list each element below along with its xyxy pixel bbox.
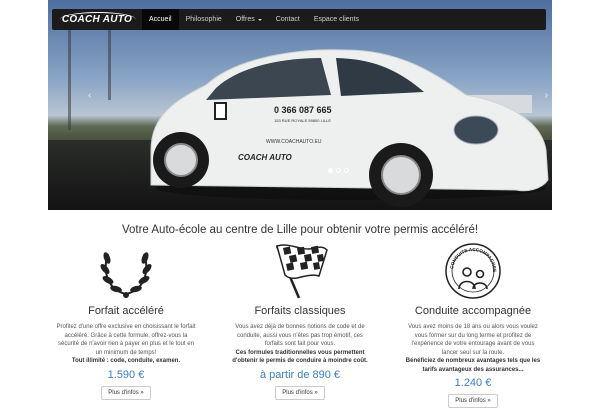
offer-card-accelere: Forfait accéléré Profitez d'une offre ex…: [56, 240, 196, 400]
nav-label: Offres: [235, 16, 255, 23]
car-address: 153 RUE ROYALE 59800 LILLE: [274, 118, 331, 123]
hero-carousel: 0 366 087 665 153 RUE ROYALE 59800 LILLE…: [48, 0, 552, 210]
offer-highlight: Tout illimité : code, conduite, examen.: [71, 358, 181, 364]
offer-card-conduite-accompagnee: CONDUITE ACCOMPAGNEE Conduite accompagné…: [403, 240, 543, 408]
car-image: 0 366 087 665 153 RUE ROYALE 59800 LILLE…: [150, 49, 549, 207]
nav-item-contact[interactable]: Contact: [269, 9, 307, 30]
offer-card-classiques: Forfaits classiques Vous avez déjà de bo…: [230, 240, 370, 400]
offer-description-text: Vous avez déjà de bonnes notions de code…: [235, 324, 365, 347]
more-info-button[interactable]: Plus d'infos »: [101, 385, 151, 400]
car-website: WWW.COACHAUTO.EU: [266, 139, 322, 145]
brand-logo[interactable]: COACH AUTO: [52, 9, 142, 30]
nav-label: Contact: [275, 16, 300, 23]
conduite-accompagnee-badge-icon: CONDUITE ACCOMPAGNEE: [403, 240, 543, 302]
offer-description: Profitez d'une offre exclusive en choisi…: [56, 323, 196, 366]
nav-item-philosophie[interactable]: Philosophie: [179, 9, 229, 30]
offer-description-text: Profitez d'une offre exclusive en choisi…: [56, 324, 196, 356]
offer-price: à partir de 890 €: [259, 368, 341, 381]
chevron-right-icon[interactable]: ›: [545, 90, 548, 101]
offer-highlight: Ces formules traditionnelles vous permet…: [232, 349, 368, 365]
nav-label: Accueil: [149, 16, 172, 23]
carousel-dot[interactable]: [336, 168, 341, 173]
carousel-dot[interactable]: [328, 168, 333, 173]
offer-price: 1.240 €: [454, 377, 492, 389]
nav-label: Espace clients: [313, 16, 359, 23]
offer-description: Vous avez moins de 18 ans ou alors vous …: [403, 323, 543, 374]
carousel-dot[interactable]: [344, 168, 349, 173]
laurel-wreath-icon: [56, 240, 196, 302]
offer-title: Forfaits classiques: [254, 305, 346, 317]
nav-label: Philosophie: [185, 16, 222, 23]
nav-item-offres[interactable]: Offres: [229, 9, 269, 30]
offer-title: Conduite accompagnée: [414, 305, 532, 317]
offer-highlight: Bénéficiez de nombreux avantages tels qu…: [405, 358, 541, 373]
offer-description: Vous avez déjà de bonnes notions de code…: [230, 323, 370, 366]
chevron-left-icon[interactable]: ‹: [88, 90, 91, 101]
more-info-button[interactable]: Plus d'infos »: [275, 385, 325, 400]
logo-swoosh-icon: [60, 12, 136, 27]
carousel-indicators: [328, 168, 349, 173]
main-navbar: COACH AUTO Accueil Philosophie Offres Co…: [52, 9, 546, 30]
page-headline: Votre Auto-école au centre de Lille pour…: [121, 224, 479, 236]
checkered-flag-icon: [230, 240, 370, 302]
more-info-button[interactable]: Plus d'infos »: [448, 394, 498, 408]
nav-item-espace-clients[interactable]: Espace clients: [307, 9, 366, 30]
caret-down-icon: [257, 18, 262, 21]
car-phone: 0 366 087 665: [274, 105, 332, 115]
car-brand-logo: COACH AUTO: [238, 153, 293, 162]
offer-price: 1.590 €: [107, 368, 145, 381]
offer-title: Forfait accéléré: [88, 305, 164, 317]
offer-description-text: Vous avez moins de 18 ans ou alors vous …: [408, 324, 538, 356]
nav-item-accueil[interactable]: Accueil: [142, 9, 179, 30]
